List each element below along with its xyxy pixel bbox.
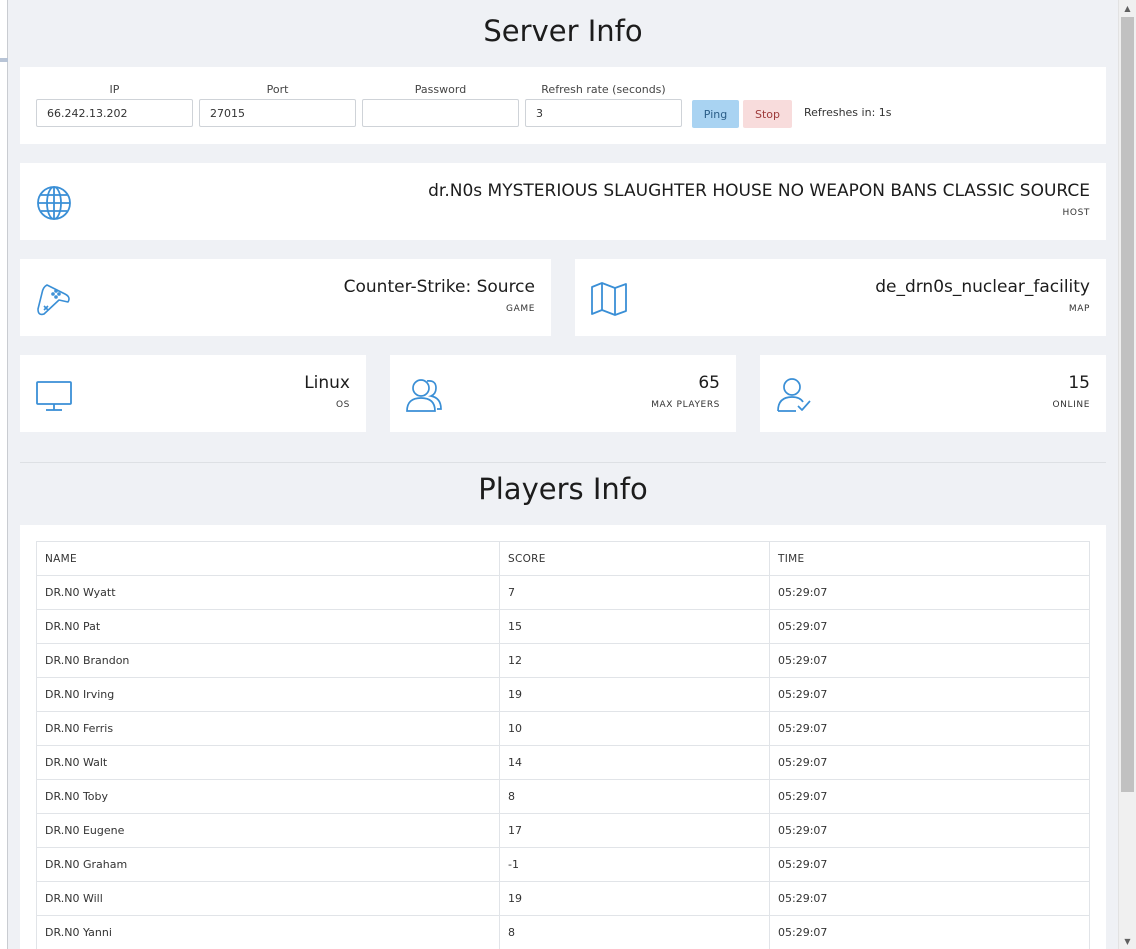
online-card: 15 ONLINE <box>760 355 1106 432</box>
port-label: Port <box>266 83 289 96</box>
game-label: GAME <box>506 304 535 314</box>
host-value: dr.N0s MYSTERIOUS SLAUGHTER HOUSE NO WEA… <box>428 181 1090 201</box>
ip-label: IP <box>109 83 120 96</box>
table-row: DR.N0 Ferris 10 05:29:07 <box>36 711 1090 746</box>
player-score-cell: 14 <box>499 745 770 780</box>
stop-button[interactable]: Stop <box>743 100 792 128</box>
column-header-name: NAME <box>36 541 500 576</box>
password-field-group: Password <box>362 83 519 127</box>
player-score-cell: 19 <box>499 881 770 916</box>
player-name-cell: DR.N0 Eugene <box>36 813 500 848</box>
scroll-up-arrow-icon[interactable]: ▲ <box>1119 0 1136 16</box>
host-card: dr.N0s MYSTERIOUS SLAUGHTER HOUSE NO WEA… <box>20 163 1106 240</box>
user-check-icon <box>774 375 814 415</box>
server-info-title: Server Info <box>483 14 643 48</box>
table-row: DR.N0 Brandon 12 05:29:07 <box>36 643 1090 678</box>
connection-form: IP Port Password Refresh rate (seconds) … <box>20 67 1106 144</box>
port-field-group: Port <box>199 83 356 127</box>
player-score-cell: 8 <box>499 779 770 814</box>
refresh-rate-label: Refresh rate (seconds) <box>541 83 666 96</box>
player-time-cell: 05:29:07 <box>769 643 1090 678</box>
player-name-cell: DR.N0 Walt <box>36 745 500 780</box>
player-time-cell: 05:29:07 <box>769 575 1090 610</box>
player-time-cell: 05:29:07 <box>769 711 1090 746</box>
player-name-cell: DR.N0 Graham <box>36 847 500 882</box>
max-players-value: 65 <box>698 373 720 393</box>
player-score-cell: 19 <box>499 677 770 712</box>
player-time-cell: 05:29:07 <box>769 847 1090 882</box>
table-row: DR.N0 Eugene 17 05:29:07 <box>36 813 1090 848</box>
password-input[interactable] <box>362 99 519 127</box>
player-name-cell: DR.N0 Pat <box>36 609 500 644</box>
scroll-down-arrow-icon[interactable]: ▼ <box>1119 933 1136 949</box>
player-score-cell: 12 <box>499 643 770 678</box>
globe-icon <box>34 183 74 223</box>
port-input[interactable] <box>199 99 356 127</box>
table-row: DR.N0 Will 19 05:29:07 <box>36 881 1090 916</box>
player-name-cell: DR.N0 Yanni <box>36 915 500 949</box>
table-row: DR.N0 Yanni 8 05:29:07 <box>36 915 1090 949</box>
users-icon <box>404 375 444 415</box>
monitor-icon <box>34 376 74 416</box>
player-time-cell: 05:29:07 <box>769 813 1090 848</box>
map-icon <box>589 279 629 319</box>
max-players-card: 65 MAX PLAYERS <box>390 355 736 432</box>
table-row: DR.N0 Irving 19 05:29:07 <box>36 677 1090 712</box>
game-card: Counter-Strike: Source GAME <box>20 259 551 336</box>
player-score-cell: -1 <box>499 847 770 882</box>
player-name-cell: DR.N0 Wyatt <box>36 575 500 610</box>
vertical-scrollbar[interactable]: ▲ ▼ <box>1118 0 1136 949</box>
os-card: Linux OS <box>20 355 366 432</box>
table-row: DR.N0 Graham -1 05:29:07 <box>36 847 1090 882</box>
player-score-cell: 7 <box>499 575 770 610</box>
player-name-cell: DR.N0 Ferris <box>36 711 500 746</box>
player-name-cell: DR.N0 Toby <box>36 779 500 814</box>
ip-field-group: IP <box>36 83 193 127</box>
scrollbar-thumb[interactable] <box>1121 17 1134 792</box>
max-players-label: MAX PLAYERS <box>651 400 720 410</box>
online-label: ONLINE <box>1052 400 1090 410</box>
table-row: DR.N0 Walt 14 05:29:07 <box>36 745 1090 780</box>
host-label: HOST <box>1062 208 1090 218</box>
players-table: NAME SCORE TIME DR.N0 Wyatt 7 05:29:07 DR.N… <box>36 541 1090 949</box>
table-row: DR.N0 Pat 15 05:29:07 <box>36 609 1090 644</box>
player-score-cell: 8 <box>499 915 770 949</box>
player-score-cell: 15 <box>499 609 770 644</box>
ping-button[interactable]: Ping <box>692 100 739 128</box>
player-score-cell: 10 <box>499 711 770 746</box>
table-row: DR.N0 Toby 8 05:29:07 <box>36 779 1090 814</box>
refresh-countdown: Refreshes in: 1s <box>804 106 892 119</box>
player-time-cell: 05:29:07 <box>769 677 1090 712</box>
window-left-edge <box>0 0 8 949</box>
player-name-cell: DR.N0 Irving <box>36 677 500 712</box>
player-time-cell: 05:29:07 <box>769 881 1090 916</box>
player-time-cell: 05:29:07 <box>769 915 1090 949</box>
os-label: OS <box>336 400 350 410</box>
player-score-cell: 17 <box>499 813 770 848</box>
column-header-time: TIME <box>769 541 1090 576</box>
table-header-row: NAME SCORE TIME <box>36 541 1090 576</box>
players-panel: NAME SCORE TIME DR.N0 Wyatt 7 05:29:07 DR.N… <box>20 525 1106 949</box>
edge-marker <box>0 58 8 62</box>
refresh-rate-field-group: Refresh rate (seconds) <box>525 83 682 127</box>
refresh-rate-input[interactable] <box>525 99 682 127</box>
ip-input[interactable] <box>36 99 193 127</box>
players-info-title: Players Info <box>478 472 648 506</box>
player-time-cell: 05:29:07 <box>769 745 1090 780</box>
game-value: Counter-Strike: Source <box>343 277 535 297</box>
map-label: MAP <box>1068 304 1090 314</box>
online-value: 15 <box>1068 373 1090 393</box>
player-time-cell: 05:29:07 <box>769 609 1090 644</box>
player-name-cell: DR.N0 Will <box>36 881 500 916</box>
gamepad-icon <box>34 278 74 318</box>
player-name-cell: DR.N0 Brandon <box>36 643 500 678</box>
column-header-score: SCORE <box>499 541 770 576</box>
table-row: DR.N0 Wyatt 7 05:29:07 <box>36 575 1090 610</box>
section-divider <box>20 462 1106 463</box>
os-value: Linux <box>304 373 350 393</box>
map-value: de_drn0s_nuclear_facility <box>875 277 1090 297</box>
password-label: Password <box>414 83 467 96</box>
map-card: de_drn0s_nuclear_facility MAP <box>575 259 1106 336</box>
player-time-cell: 05:29:07 <box>769 779 1090 814</box>
